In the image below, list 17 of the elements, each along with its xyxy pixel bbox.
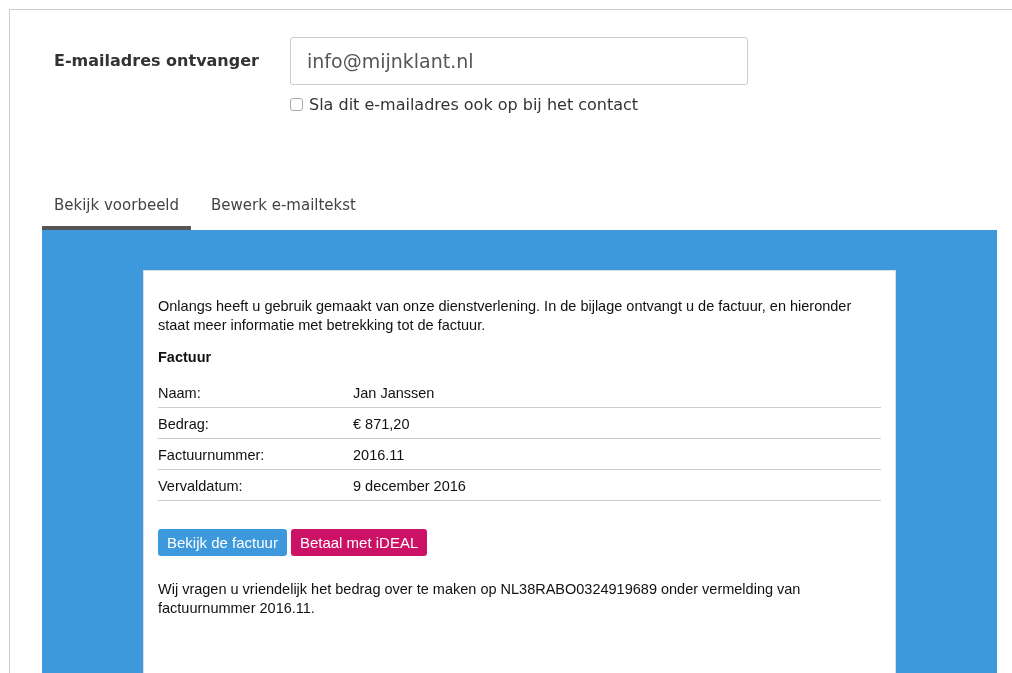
checkbox-label: Sla dit e-mailadres ook op bij het contact bbox=[309, 95, 639, 114]
section-heading: Factuur bbox=[158, 349, 213, 365]
detail-value: 2016.11 bbox=[353, 447, 405, 463]
detail-value: € 871,20 bbox=[353, 416, 410, 432]
detail-value: 9 december 2016 bbox=[353, 478, 466, 494]
detail-label: Factuurnummer: bbox=[158, 447, 266, 463]
email-field[interactable]: info@mijnklant.nl bbox=[290, 37, 748, 85]
pay-button[interactable]: Betaal met iDEAL bbox=[290, 529, 428, 556]
tab[interactable]: Bewerk e-mailtekst bbox=[199, 188, 368, 230]
detail-label: Vervaldatum: bbox=[158, 478, 244, 494]
field-label: E-mailadres ontvanger bbox=[54, 50, 260, 72]
payment-text: Wij vragen u vriendelijk het bedrag over te maken op NL38RABO0324919689 onder vermelding van factuurnummer 2016.11. bbox=[158, 580, 802, 618]
detail-value: Jan Janssen bbox=[353, 385, 435, 401]
intro-text: Onlangs heeft u gebruik gemaakt van onze dienstverlening. In de bijlage ontvangt u de factuur, en hieronder staat meer informatie met betrekking tot de factuur. bbox=[158, 297, 853, 335]
detail-label: Bedrag: bbox=[158, 416, 210, 432]
detail-label: Naam: bbox=[158, 385, 202, 401]
checkbox[interactable] bbox=[290, 98, 303, 111]
